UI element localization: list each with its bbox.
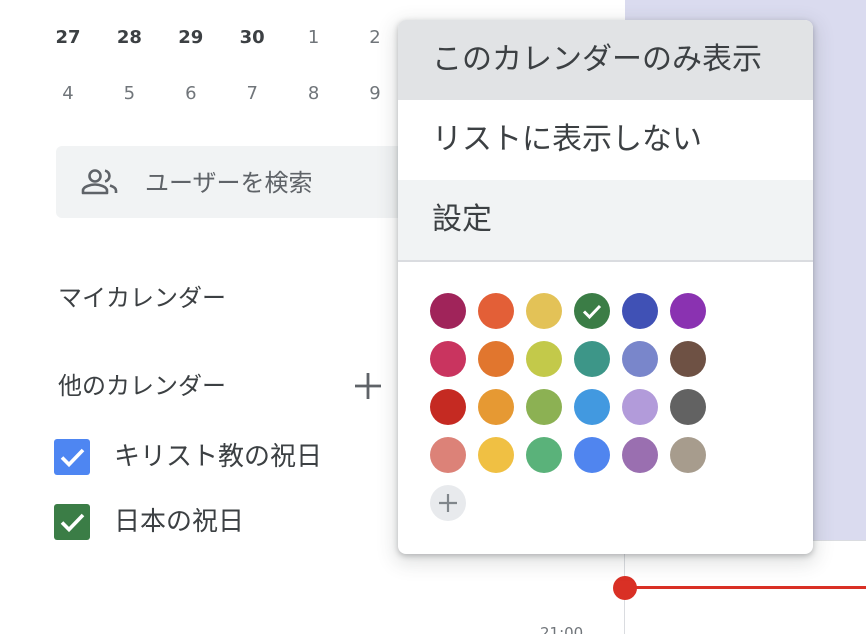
mini-calendar-day[interactable]: 28 bbox=[109, 26, 149, 50]
color-swatch[interactable] bbox=[526, 293, 562, 329]
color-swatch[interactable] bbox=[622, 389, 658, 425]
color-swatch[interactable] bbox=[574, 389, 610, 425]
calendar-item-christian-holidays[interactable]: キリスト教の祝日 bbox=[54, 437, 384, 477]
color-swatch[interactable] bbox=[430, 293, 466, 329]
calendar-item-label: 日本の祝日 bbox=[114, 507, 245, 537]
color-swatch[interactable] bbox=[670, 389, 706, 425]
mini-calendar-day[interactable]: 29 bbox=[171, 26, 211, 50]
color-swatch[interactable] bbox=[574, 437, 610, 473]
mini-calendar-day[interactable]: 5 bbox=[109, 82, 149, 106]
calendar-options-menu: このカレンダーのみ表示 リストに表示しない 設定 bbox=[398, 20, 813, 554]
mini-calendar-day[interactable]: 30 bbox=[232, 26, 272, 50]
mini-calendar-day[interactable]: 1 bbox=[294, 26, 334, 50]
color-swatch[interactable] bbox=[526, 437, 562, 473]
plus-icon bbox=[439, 494, 457, 512]
mini-calendar-day[interactable]: 6 bbox=[171, 82, 211, 106]
color-swatch[interactable] bbox=[670, 341, 706, 377]
time-label: 21:00 bbox=[540, 624, 584, 634]
check-icon bbox=[582, 304, 602, 320]
color-swatch[interactable] bbox=[574, 341, 610, 377]
color-swatch[interactable] bbox=[622, 293, 658, 329]
mini-calendar-day[interactable]: 2 bbox=[355, 26, 395, 50]
color-swatch[interactable] bbox=[478, 389, 514, 425]
mini-calendar-day[interactable]: 7 bbox=[232, 82, 272, 106]
color-swatch[interactable] bbox=[526, 341, 562, 377]
current-time-line bbox=[625, 586, 866, 589]
color-swatch[interactable] bbox=[430, 389, 466, 425]
my-calendars-header[interactable]: マイカレンダー bbox=[58, 281, 226, 315]
mini-calendar-day[interactable]: 27 bbox=[48, 26, 88, 50]
color-swatch[interactable] bbox=[670, 437, 706, 473]
people-icon bbox=[80, 166, 120, 198]
calendar-item-label: キリスト教の祝日 bbox=[114, 442, 323, 472]
menu-divider bbox=[398, 260, 813, 262]
add-custom-color-button[interactable] bbox=[430, 485, 466, 521]
search-users-input[interactable]: ユーザーを検索 bbox=[145, 166, 313, 200]
color-swatch[interactable] bbox=[574, 293, 610, 329]
color-swatch[interactable] bbox=[478, 341, 514, 377]
menu-item-hide-from-list[interactable]: リストに表示しない bbox=[398, 100, 813, 180]
current-time-indicator bbox=[613, 576, 637, 600]
color-swatch[interactable] bbox=[622, 437, 658, 473]
mini-calendar-day[interactable]: 8 bbox=[294, 82, 334, 106]
color-swatch[interactable] bbox=[430, 341, 466, 377]
color-swatch[interactable] bbox=[478, 293, 514, 329]
mini-calendar-day[interactable]: 4 bbox=[48, 82, 88, 106]
color-swatch[interactable] bbox=[478, 437, 514, 473]
menu-item-display-this-only[interactable]: このカレンダーのみ表示 bbox=[398, 20, 813, 100]
checkbox-checked-icon[interactable] bbox=[54, 504, 90, 540]
mini-calendar-day[interactable]: 9 bbox=[355, 82, 395, 106]
other-calendars-header[interactable]: 他のカレンダー bbox=[58, 369, 226, 403]
color-swatch[interactable] bbox=[526, 389, 562, 425]
calendar-item-japan-holidays[interactable]: 日本の祝日 bbox=[54, 502, 384, 542]
plus-icon[interactable] bbox=[350, 368, 386, 404]
color-swatch[interactable] bbox=[622, 341, 658, 377]
menu-item-settings[interactable]: 設定 bbox=[398, 180, 813, 260]
color-swatch[interactable] bbox=[670, 293, 706, 329]
color-swatch[interactable] bbox=[430, 437, 466, 473]
checkbox-checked-icon[interactable] bbox=[54, 439, 90, 475]
